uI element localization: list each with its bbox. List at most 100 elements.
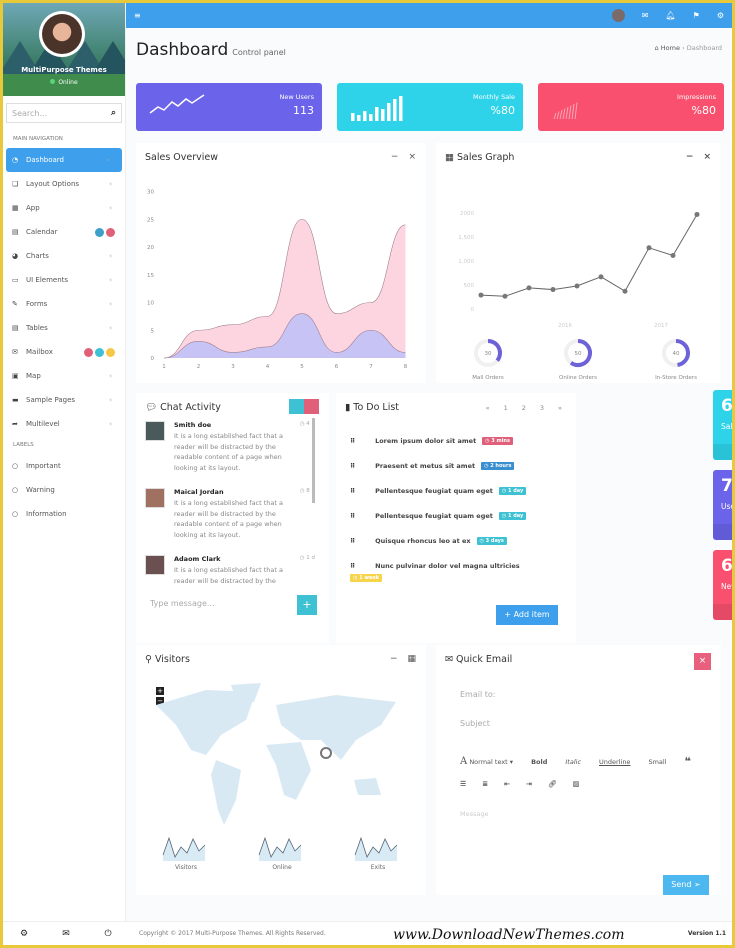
sidebar-item-mailbox[interactable]: ✉ Mailbox [3, 340, 125, 364]
chevron-left-icon: ‹ [109, 372, 112, 380]
breadcrumb-home[interactable]: Home [661, 44, 680, 52]
todo-item[interactable]: ⠿ Pellentesque feugiat quam eget ◷ 1 day [350, 487, 527, 495]
drag-handle-icon[interactable]: ⠿ [350, 562, 355, 570]
bell-icon[interactable]: 🔔︎ [666, 11, 676, 20]
edit-icon: ✎ [12, 300, 18, 308]
page-link[interactable]: « [486, 404, 490, 412]
label-item-information[interactable]: ○ Information [3, 502, 125, 526]
sidebar-item-layout-options[interactable]: ❏ Layout Options ‹ [3, 172, 125, 196]
add-item-button[interactable]: + Add item [496, 605, 558, 625]
sidebar-item-ui-elements[interactable]: ▭ UI Elements ‹ [3, 268, 125, 292]
more-info-link[interactable]: More info ➔ [713, 444, 732, 460]
chat-toggle-button[interactable] [289, 399, 304, 414]
power-icon[interactable]: ⏻ [87, 929, 129, 939]
message-textarea[interactable]: Message [460, 810, 489, 818]
quote-icon[interactable]: ❝ [685, 755, 691, 768]
envelope-icon[interactable]: ✉ [642, 11, 649, 20]
todo-item[interactable]: ⠿ Pellentesque feugiat quam eget ◷ 1 day [350, 512, 527, 520]
envelope-icon[interactable]: ✉ [45, 929, 87, 939]
envelope-icon: ✉ [12, 348, 18, 356]
email-to-input[interactable]: Email to: [460, 690, 495, 699]
avatar[interactable] [145, 421, 165, 441]
sidebar-item-tables[interactable]: ▤ Tables ‹ [3, 316, 125, 340]
sidebar-item-charts[interactable]: ◕ Charts ‹ [3, 244, 125, 268]
todo-item[interactable]: ⠿ Lorem ipsum dolor sit amet ◷ 3 mins [350, 437, 513, 445]
chat-close-button[interactable] [304, 399, 319, 414]
label-item-warning[interactable]: ○ Warning [3, 478, 125, 502]
flag-icon[interactable]: ⚑ [693, 11, 700, 20]
sidebar-item-app[interactable]: ▦ App ‹ [3, 196, 125, 220]
info-tile: ◕65New VisitorsMore info ➔ [713, 550, 732, 620]
indent-icon[interactable]: ⇥ [526, 780, 532, 788]
time-badge: ◷ 1 day [498, 512, 527, 520]
circle-icon: ○ [12, 462, 19, 470]
search-input[interactable]: Search... ⌕ [6, 103, 122, 123]
sidebar-item-label: Map [26, 372, 41, 380]
image-icon[interactable]: ▨ [573, 780, 580, 788]
send-message-button[interactable]: + [297, 595, 317, 615]
minimize-icon[interactable]: − [391, 152, 399, 162]
search-icon[interactable]: ⌕ [111, 108, 116, 118]
close-button[interactable]: × [694, 653, 711, 670]
subject-input[interactable]: Subject [460, 719, 490, 728]
drag-handle-icon[interactable]: ⠿ [350, 537, 355, 545]
text-style-dropdown[interactable]: A Normal text ▾ [460, 756, 513, 767]
x-tick-label: 2017 [654, 323, 668, 329]
sidebar-item-dashboard[interactable]: ◔ Dashboard ‹ [6, 148, 122, 172]
bold-button[interactable]: Bold [531, 758, 547, 766]
chat-scrollbar[interactable] [312, 418, 315, 503]
time-badge: ◷ 3 days [476, 537, 507, 545]
watermark: www.DownloadNewThemes.com [393, 927, 625, 943]
sidebar-item-label: App [26, 204, 40, 212]
settings-icon[interactable]: ⚙ [3, 929, 45, 939]
outdent-icon[interactable]: ⇤ [504, 780, 510, 788]
ordered-list-icon[interactable]: ≣ [482, 780, 488, 788]
sidebar-item-forms[interactable]: ✎ Forms ‹ [3, 292, 125, 316]
send-button[interactable]: Send ➢ [663, 875, 709, 895]
italic-button[interactable]: Italic [565, 758, 581, 766]
stat-card: New Users 113 [136, 83, 322, 131]
drag-handle-icon[interactable]: ⠿ [350, 487, 355, 495]
page-link[interactable]: » [558, 404, 562, 412]
page-link[interactable]: 3 [540, 404, 544, 412]
sidebar-item-map[interactable]: ▣ Map ‹ [3, 364, 125, 388]
sidebar-item-calendar[interactable]: ▤ Calendar [3, 220, 125, 244]
sidebar-item-multilevel[interactable]: ➦ Multilevel ‹ [3, 412, 125, 436]
sidebar-item-label: Layout Options [26, 180, 80, 188]
close-icon[interactable]: × [408, 152, 416, 162]
gear-icon[interactable]: ⚙ [717, 11, 724, 20]
drag-handle-icon[interactable]: ⠿ [350, 512, 355, 520]
more-info-link[interactable]: More info ➔ [713, 604, 732, 620]
time-badge: ◷ 3 mins [482, 437, 513, 445]
table-icon: ▤ [12, 324, 19, 332]
todo-item[interactable]: ⠿ Praesent et metus sit amet ◷ 2 hours [350, 462, 515, 470]
format-toolbar: A Normal text ▾ Bold Italic Underline Sm… [460, 755, 691, 768]
world-map[interactable] [136, 680, 426, 840]
page-link[interactable]: 1 [504, 404, 508, 412]
minimize-icon[interactable]: − [390, 654, 398, 664]
more-info-link[interactable]: More info ➔ [713, 524, 732, 540]
page-link[interactable]: 2 [522, 404, 526, 412]
donut-value: 30 [485, 351, 492, 357]
small-button[interactable]: Small [648, 758, 666, 766]
avatar[interactable] [145, 555, 165, 575]
data-point [622, 288, 628, 294]
user-avatar[interactable] [611, 9, 625, 22]
underline-button[interactable]: Underline [599, 758, 630, 766]
message-input[interactable]: Type message... [150, 599, 215, 608]
label-item-important[interactable]: ○ Important [3, 454, 125, 478]
avatar[interactable] [39, 11, 85, 57]
drag-handle-icon[interactable]: ⠿ [350, 437, 355, 445]
sidebar-item-sample-pages[interactable]: ▬ Sample Pages ‹ [3, 388, 125, 412]
drag-handle-icon[interactable]: ⠿ [350, 462, 355, 470]
todo-item[interactable]: ⠿ Quisque rhoncus leo at ex ◷ 3 days [350, 537, 507, 545]
todo-item[interactable]: ⠿ Nunc pulvinar dolor vel magna ultricies… [350, 562, 520, 582]
calendar-icon[interactable]: ▦ [407, 654, 416, 664]
unordered-list-icon[interactable]: ☰ [460, 780, 466, 788]
avatar[interactable] [145, 488, 165, 508]
menu-icon[interactable]: ≡ [134, 11, 141, 20]
count-badge [106, 347, 115, 357]
envelope-icon: ✉ [445, 654, 456, 665]
info-tile: 📊︎67%Sales RateMore info ➔ [713, 390, 732, 460]
link-icon[interactable]: 🔗︎ [548, 780, 557, 788]
